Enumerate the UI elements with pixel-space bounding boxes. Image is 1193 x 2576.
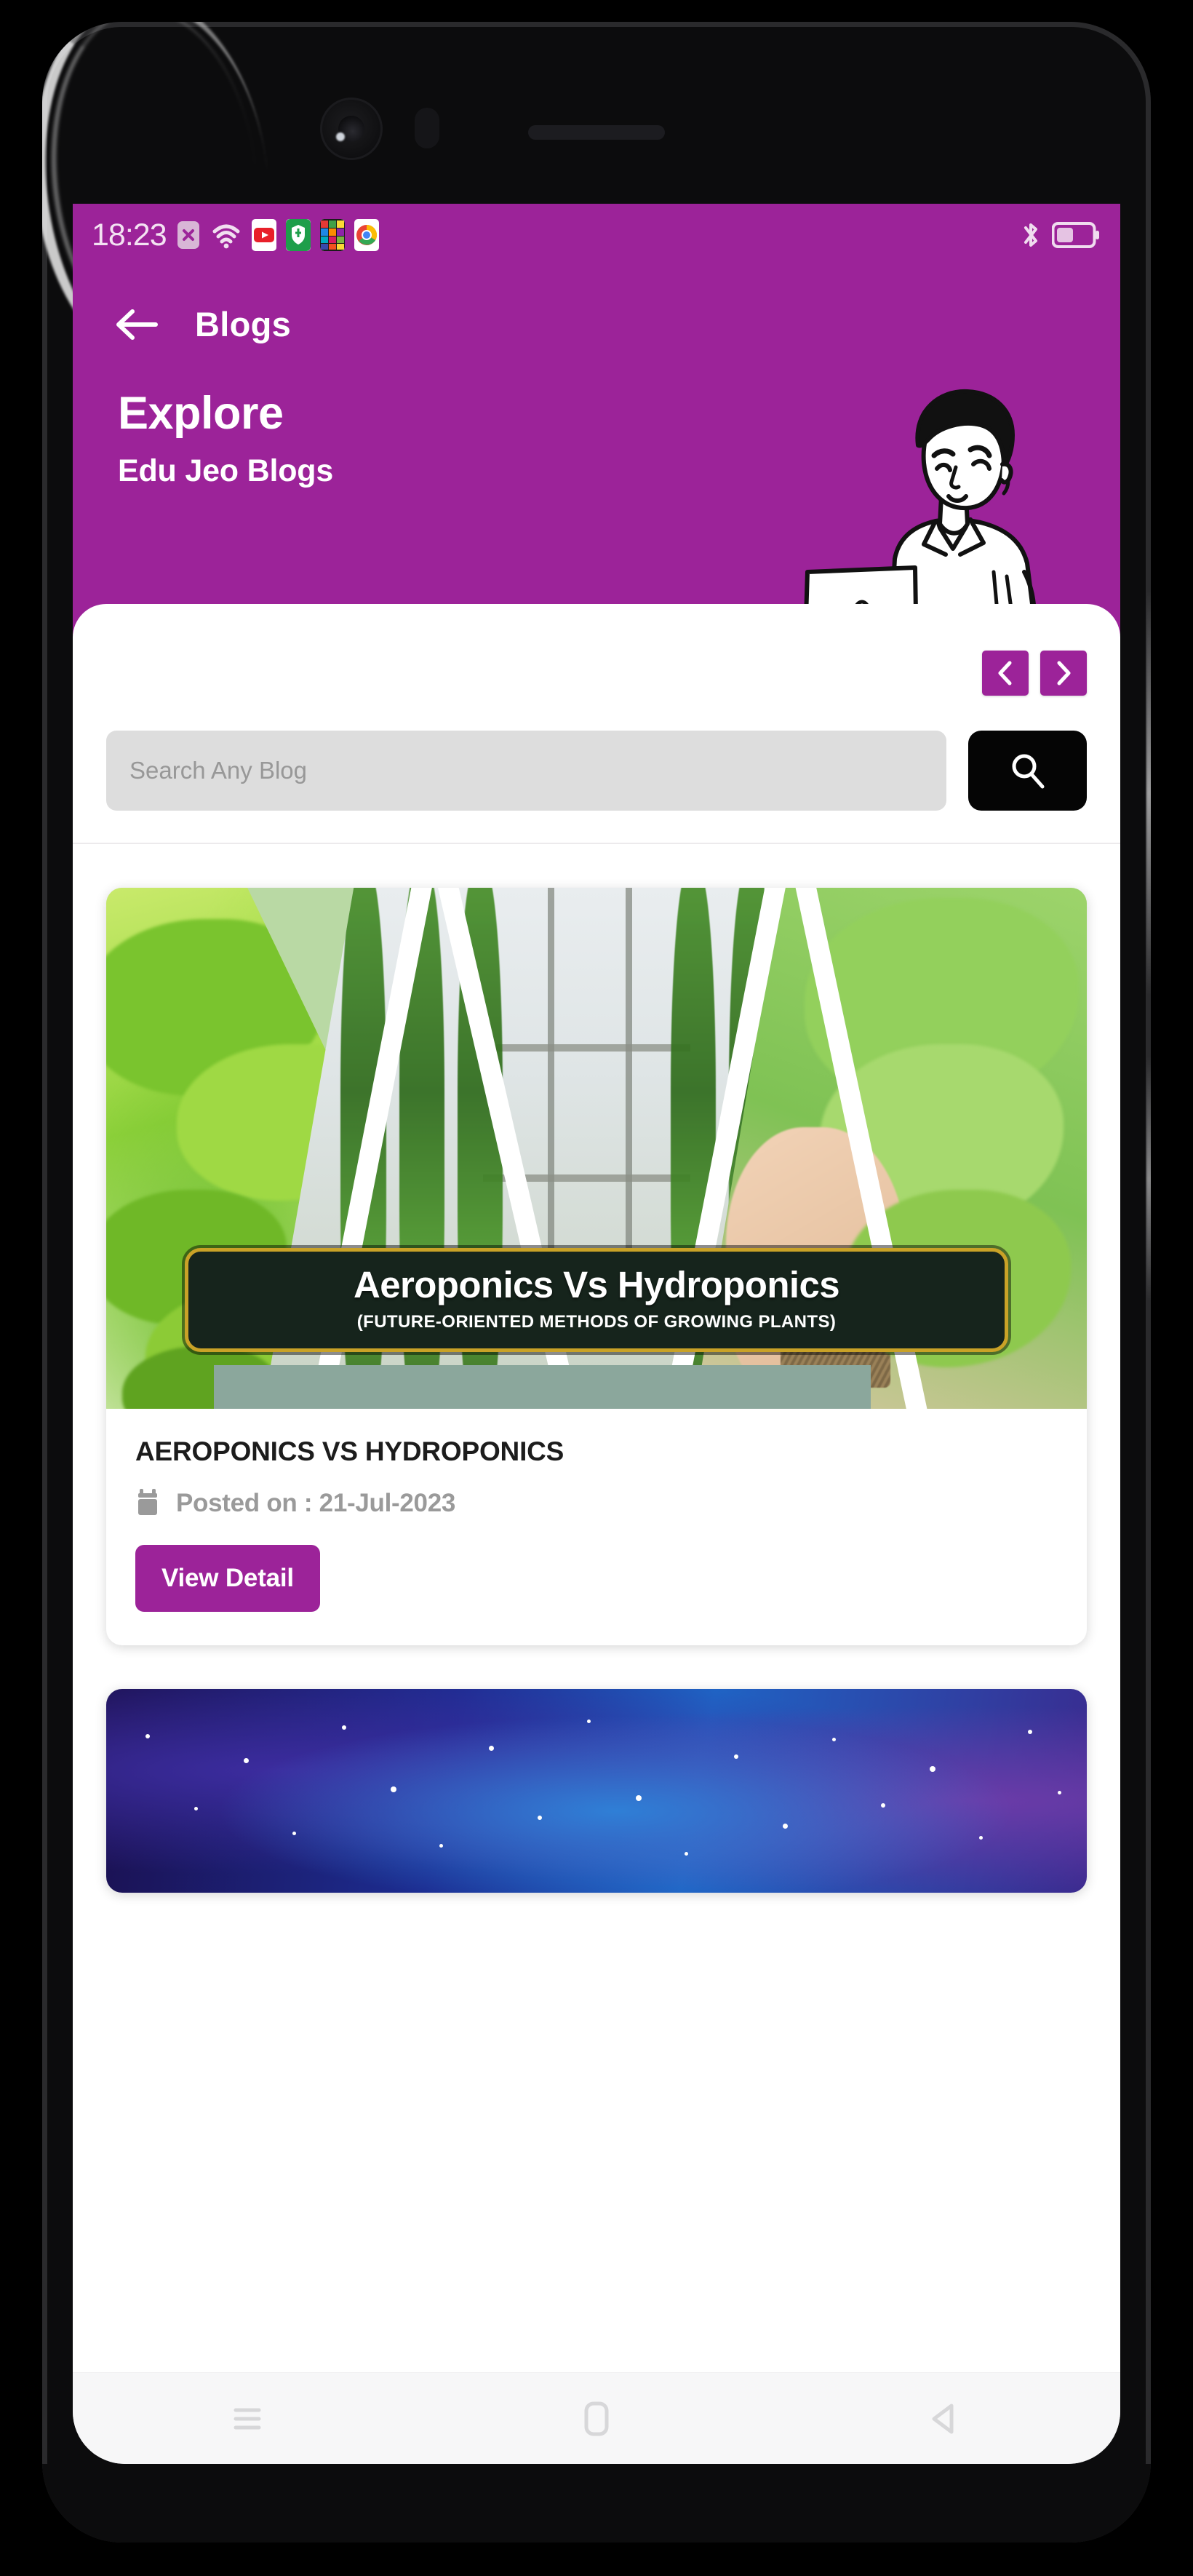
phone-frame: 18:23 Blogs Explore Edu Jeo Blogs Search…	[42, 22, 1151, 2543]
blog-thumbnail: Aeroponics Vs Hydroponics (FUTURE-ORIENT…	[106, 888, 1087, 1409]
status-clock: 18:23	[92, 217, 167, 253]
thumbnail-subtitle: (FUTURE-ORIENTED METHODS OF GROWING PLAN…	[356, 1312, 837, 1332]
bezel-edge-highlight	[1146, 589, 1151, 997]
earpiece-speaker	[528, 125, 665, 140]
youtube-app-icon	[251, 219, 276, 251]
calendar-icon	[135, 1486, 160, 1520]
phone-screen: 18:23 Blogs Explore Edu Jeo Blogs Search…	[73, 204, 1120, 2464]
view-detail-button[interactable]: View Detail	[135, 1545, 320, 1612]
blog-card-body: AEROPONICS VS HYDROPONICS Posted on: 21…	[106, 1409, 1087, 1645]
search-input[interactable]	[106, 731, 946, 811]
content-sheet: Aeroponics Vs Hydroponics (FUTURE-ORIENT…	[73, 604, 1120, 1914]
hero-subtitle: Edu Jeo Blogs	[118, 453, 334, 489]
blog-card[interactable]	[106, 1689, 1087, 1893]
chrome-app-icon	[354, 219, 379, 251]
thumbnail-title-plaque: Aeroponics Vs Hydroponics (FUTURE-ORIENT…	[184, 1247, 1009, 1352]
bluetooth-icon	[1020, 219, 1042, 251]
phone-chin	[42, 2464, 1151, 2543]
pagination-controls	[106, 651, 1087, 696]
phone-notch-area	[42, 22, 1151, 204]
home-icon	[584, 2401, 609, 2436]
wifi-icon	[210, 219, 242, 251]
blog-card[interactable]: Aeroponics Vs Hydroponics (FUTURE-ORIENT…	[106, 888, 1087, 1645]
search-icon	[1012, 754, 1044, 789]
front-camera-icon	[320, 98, 383, 160]
shield-app-icon	[285, 219, 311, 251]
recents-button[interactable]	[204, 2385, 291, 2452]
proximity-sensor-icon	[415, 108, 439, 148]
status-bar-left: 18:23	[92, 219, 379, 251]
blog-date: Posted on : 21-Jul-2023	[176, 1488, 456, 1517]
back-button[interactable]	[902, 2385, 989, 2452]
back-nav-icon	[932, 2404, 954, 2433]
topbar: Blogs	[73, 266, 1120, 344]
previous-page-button[interactable]	[982, 651, 1029, 696]
battery-icon	[1052, 222, 1100, 248]
search-panel	[73, 604, 1120, 844]
chevron-left-icon	[998, 661, 1012, 685]
blog-meta: Posted on : 21-Jul-2023	[135, 1486, 1058, 1520]
next-page-button[interactable]	[1040, 651, 1087, 696]
blog-thumbnail	[106, 1689, 1087, 1893]
status-bar-right	[1020, 219, 1100, 251]
home-button[interactable]	[553, 2385, 640, 2452]
collage-bottom-band	[214, 1365, 871, 1409]
thumbnail-title: Aeroponics Vs Hydroponics	[354, 1263, 840, 1305]
blog-list: Aeroponics Vs Hydroponics (FUTURE-ORIENT…	[73, 844, 1120, 1893]
recents-icon	[234, 2408, 261, 2429]
chevron-right-icon	[1057, 661, 1071, 685]
android-nav-bar	[73, 2372, 1120, 2464]
page-title: Blogs	[195, 305, 292, 343]
search-row	[106, 731, 1087, 811]
mute-icon	[176, 219, 201, 251]
back-arrow-icon[interactable]	[113, 306, 160, 343]
bezel-edge-highlight-2	[1146, 1055, 1151, 1303]
hero-text-block: Explore Edu Jeo Blogs	[73, 344, 1120, 489]
search-button[interactable]	[968, 731, 1087, 811]
colorful-app-icon	[319, 219, 345, 251]
hero-title: Explore	[118, 388, 284, 439]
status-bar: 18:23	[73, 204, 1120, 266]
blog-title: AEROPONICS VS HYDROPONICS	[135, 1436, 564, 1466]
